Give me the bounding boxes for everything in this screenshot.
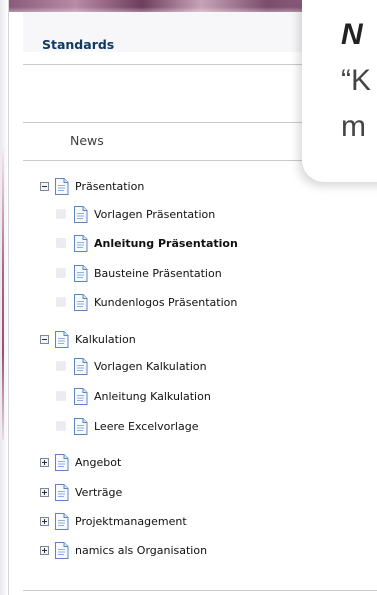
expand-icon[interactable] — [40, 457, 49, 467]
tree-item[interactable]: Präsentation — [40, 176, 144, 196]
tree-item-label: Projektmanagement — [75, 514, 187, 528]
document-icon — [74, 387, 88, 405]
tree-item-label: Anleitung Präsentation — [94, 236, 238, 250]
overlay-card: N “K m — [302, 0, 377, 182]
divider-top — [23, 64, 323, 65]
document-icon — [55, 330, 69, 348]
tree-item-label: Vorlagen Präsentation — [94, 207, 216, 221]
tree-item[interactable]: Kundenlogos Präsentation — [56, 292, 237, 312]
tree-indent-marker — [56, 238, 66, 248]
tree-item[interactable]: Kalkulation — [40, 329, 136, 349]
left-edge — [0, 0, 8, 595]
expand-icon[interactable] — [40, 487, 49, 497]
document-icon — [74, 293, 88, 311]
section-title[interactable]: Standards — [42, 37, 114, 52]
news-link[interactable]: News — [70, 133, 104, 148]
collapse-icon[interactable] — [40, 334, 49, 344]
tree-indent-marker — [56, 268, 66, 278]
document-icon — [55, 512, 69, 530]
tree-item-label: Kundenlogos Präsentation — [94, 295, 238, 309]
tree-item-label: namics als Organisation — [75, 543, 208, 557]
overlay-heading: N — [341, 18, 363, 51]
tree-item-label: Bausteine Präsentation — [94, 266, 222, 280]
tree-item[interactable]: Angebot — [40, 452, 121, 472]
document-icon — [74, 357, 88, 375]
tree-indent-marker — [56, 421, 66, 431]
tree-item[interactable]: Anleitung Präsentation — [56, 233, 238, 253]
overlay-text-line: m — [341, 110, 366, 143]
document-icon — [55, 483, 69, 501]
tree-indent-marker — [56, 297, 66, 307]
tree-indent-marker — [56, 361, 66, 371]
document-icon — [55, 177, 69, 195]
document-icon — [74, 264, 88, 282]
tree-item[interactable]: Verträge — [40, 482, 122, 502]
expand-icon[interactable] — [40, 516, 49, 526]
tree-item-label: Anleitung Kalkulation — [94, 389, 211, 403]
tree-item[interactable]: Vorlagen Präsentation — [56, 204, 215, 224]
overlay-text-line: “K — [341, 64, 371, 97]
collapse-icon[interactable] — [40, 181, 49, 191]
page: Standards News Präsentation Vorlagen Präs… — [0, 0, 377, 595]
tree-item-label: Verträge — [75, 485, 123, 499]
tree-item-label: Vorlagen Kalkulation — [94, 359, 207, 373]
tree-item[interactable]: Vorlagen Kalkulation — [56, 356, 207, 376]
tree-item-label: Präsentation — [75, 179, 145, 193]
document-icon — [74, 234, 88, 252]
tree-indent-marker — [56, 209, 66, 219]
document-icon — [55, 541, 69, 559]
tree-item[interactable]: Bausteine Präsentation — [56, 263, 222, 283]
tree-item-label: Kalkulation — [75, 332, 136, 346]
tree-indent-marker — [56, 391, 66, 401]
tree-item-label: Leere Excelvorlage — [94, 419, 199, 433]
document-icon — [74, 205, 88, 223]
tree-item[interactable]: Projektmanagement — [40, 511, 187, 531]
document-icon — [74, 417, 88, 435]
document-icon — [55, 453, 69, 471]
tree-item[interactable]: namics als Organisation — [40, 540, 207, 560]
expand-icon[interactable] — [40, 545, 49, 555]
tree-item[interactable]: Anleitung Kalkulation — [56, 386, 211, 406]
tree-item-label: Angebot — [75, 455, 122, 469]
tree-item[interactable]: Leere Excelvorlage — [56, 416, 198, 436]
divider-bottom — [23, 590, 377, 591]
